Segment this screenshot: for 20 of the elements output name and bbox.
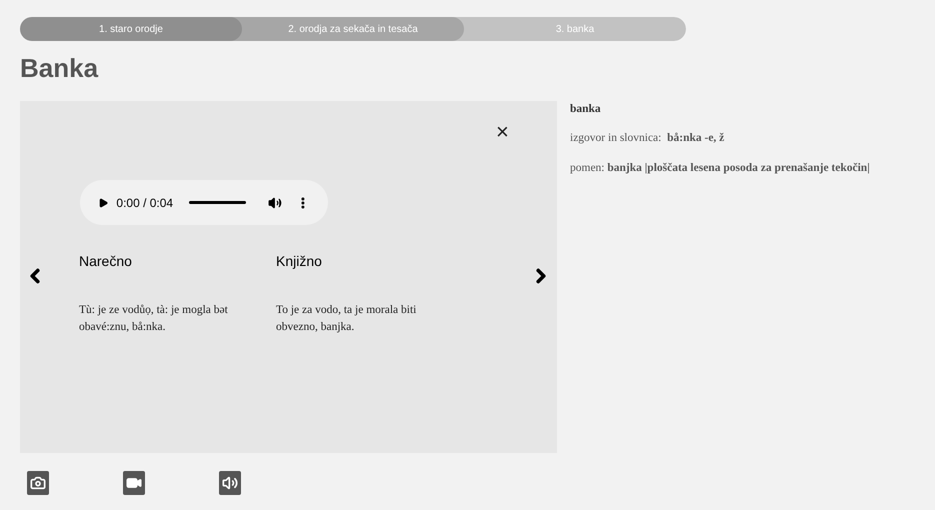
progress-step[interactable]: 1. staro orodje	[20, 17, 242, 41]
audio-player[interactable]: 0:00 / 0:04	[80, 180, 328, 225]
sentence-text: Tù: je ze vodůọ, tà: je mogla bət obavé:znu, bå:nka.	[79, 303, 229, 335]
entry-word: banka	[570, 102, 601, 117]
media-button[interactable]	[123, 471, 145, 495]
video-camera-icon	[126, 475, 142, 491]
media-button[interactable]	[27, 471, 49, 495]
column-heading: Narečno	[79, 252, 132, 271]
play-icon[interactable]	[98, 196, 108, 208]
sentence-text: To je za vodo, ta je morala biti obvezno, banjka.	[276, 303, 418, 335]
close-button[interactable]: ×	[496, 121, 509, 143]
entry-line: izgovor in slovnica: bå:nka -e, ž	[570, 131, 724, 146]
page-title: Banka	[20, 52, 98, 85]
entry-line: pomen: banjka |ploščata lesena posoda za prenašanje tekočin|	[570, 160, 870, 176]
speaker-icon	[222, 475, 238, 491]
camera-icon	[30, 475, 46, 491]
seek-track[interactable]	[189, 201, 246, 204]
media-button[interactable]	[219, 471, 241, 495]
column-heading: Knjižno	[276, 252, 322, 271]
time-display: 0:00 / 0:04	[116, 194, 174, 212]
